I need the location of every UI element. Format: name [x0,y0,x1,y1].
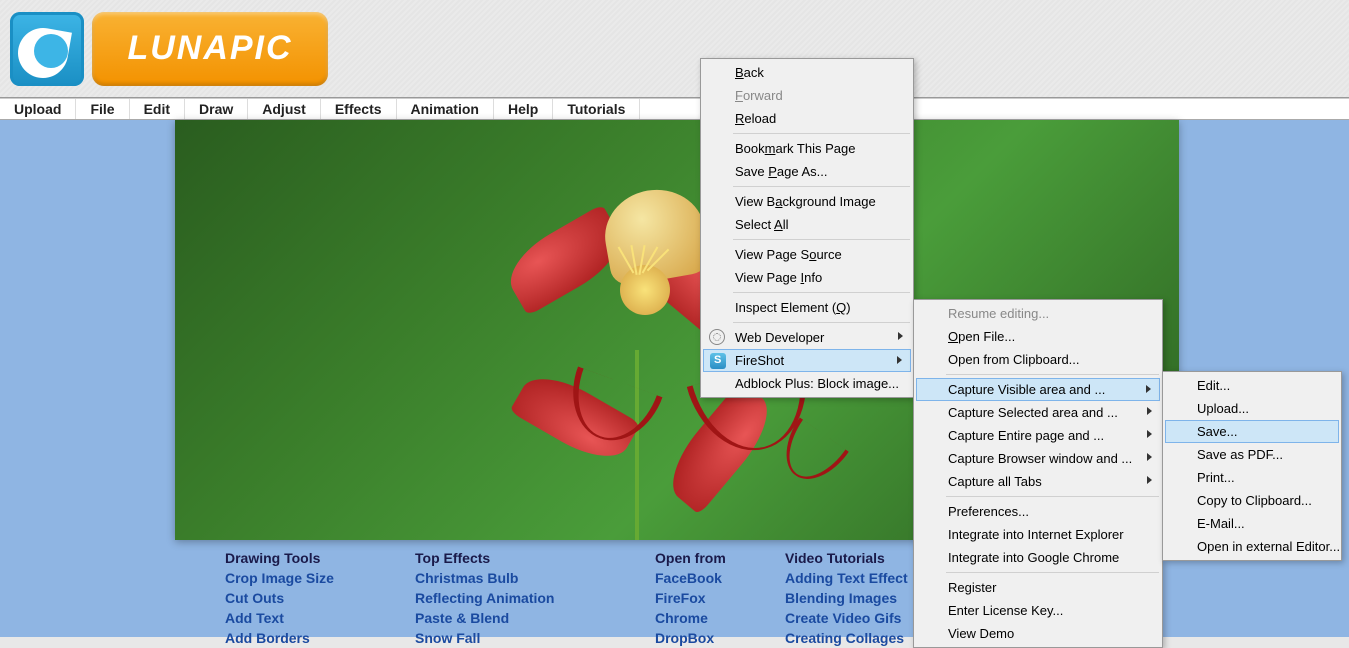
column-title: Drawing Tools [225,550,415,566]
menu-item-register[interactable]: Register [916,576,1160,599]
menu-item-select-all[interactable]: Select All [703,213,911,236]
link-paste-blend[interactable]: Paste & Blend [415,608,655,628]
link-dropbox[interactable]: DropBox [655,628,785,648]
link-add-borders[interactable]: Add Borders [225,628,415,648]
menu-item-back[interactable]: Back [703,61,911,84]
gear-icon [709,329,725,345]
link-facebook[interactable]: FaceBook [655,568,785,588]
logo[interactable]: LUNAPIC [10,12,328,86]
menu-item-open-file[interactable]: Open File... [916,325,1160,348]
menu-item-view-demo[interactable]: View Demo [916,622,1160,645]
menu-item-inspect-element-q[interactable]: Inspect Element (Q) [703,296,911,319]
menu-item-capture-all-tabs[interactable]: Capture all Tabs [916,470,1160,493]
menu-item-copy-to-clipboard[interactable]: Copy to Clipboard... [1165,489,1339,512]
link-snow-fall[interactable]: Snow Fall [415,628,655,648]
logo-icon [10,12,84,86]
link-column: Drawing ToolsCrop Image SizeCut OutsAdd … [225,550,415,648]
menu-item-adblock-plus-block-image[interactable]: Adblock Plus: Block image... [703,372,911,395]
link-column: Open from FaceBookFireFoxChromeDropBox [655,550,785,648]
chevron-right-icon [1146,385,1151,393]
menu-item-edit[interactable]: Edit... [1165,374,1339,397]
menu-item-integrate-into-google-chrome[interactable]: Integrate into Google Chrome [916,546,1160,569]
menubar: UploadFileEditDrawAdjustEffectsAnimation… [0,98,1349,120]
menu-item-resume-editing: Resume editing... [916,302,1160,325]
link-chrome[interactable]: Chrome [655,608,785,628]
menu-item-print[interactable]: Print... [1165,466,1339,489]
link-firefox[interactable]: FireFox [655,588,785,608]
column-title: Top Effects [415,550,655,566]
menu-edit[interactable]: Edit [130,99,185,119]
menu-item-save-as-pdf[interactable]: Save as PDF... [1165,443,1339,466]
menu-item-integrate-into-internet-explorer[interactable]: Integrate into Internet Explorer [916,523,1160,546]
menu-file[interactable]: File [76,99,129,119]
chevron-right-icon [1147,430,1152,438]
header: LUNAPIC [0,0,1349,98]
context-menu-browser: BackForwardReload Bookmark This PageSave … [700,58,914,398]
chevron-right-icon [897,356,902,364]
menu-animation[interactable]: Animation [397,99,494,119]
menu-draw[interactable]: Draw [185,99,248,119]
menu-adjust[interactable]: Adjust [248,99,321,119]
menu-tutorials[interactable]: Tutorials [553,99,640,119]
menu-item-view-background-image[interactable]: View Background Image [703,190,911,213]
menu-item-save[interactable]: Save... [1165,420,1339,443]
menu-item-reload[interactable]: Reload [703,107,911,130]
link-christmas-bulb[interactable]: Christmas Bulb [415,568,655,588]
menu-item-upload[interactable]: Upload... [1165,397,1339,420]
menu-help[interactable]: Help [494,99,553,119]
menu-item-capture-selected-area-and[interactable]: Capture Selected area and ... [916,401,1160,424]
menu-item-save-page-as[interactable]: Save Page As... [703,160,911,183]
menu-item-view-page-info[interactable]: View Page Info [703,266,911,289]
link-columns: Drawing ToolsCrop Image SizeCut OutsAdd … [225,550,965,648]
menu-item-capture-entire-page-and[interactable]: Capture Entire page and ... [916,424,1160,447]
menu-item-open-in-external-editor[interactable]: Open in external Editor... [1165,535,1339,558]
menu-upload[interactable]: Upload [0,99,76,119]
menu-item-view-page-source[interactable]: View Page Source [703,243,911,266]
menu-item-enter-license-key[interactable]: Enter License Key... [916,599,1160,622]
context-menu-fireshot: Resume editing...Open File...Open from C… [913,299,1163,648]
chevron-right-icon [898,332,903,340]
menu-item-forward: Forward [703,84,911,107]
menu-item-e-mail[interactable]: E-Mail... [1165,512,1339,535]
context-menu-capture: Edit...Upload...Save...Save as PDF...Pri… [1162,371,1342,561]
chevron-right-icon [1147,407,1152,415]
menu-item-web-developer[interactable]: Web Developer [703,326,911,349]
link-cut-outs[interactable]: Cut Outs [225,588,415,608]
chevron-right-icon [1147,453,1152,461]
chevron-right-icon [1147,476,1152,484]
link-crop-image-size[interactable]: Crop Image Size [225,568,415,588]
menu-item-capture-visible-area-and[interactable]: Capture Visible area and ... [916,378,1160,401]
link-reflecting-animation[interactable]: Reflecting Animation [415,588,655,608]
link-add-text[interactable]: Add Text [225,608,415,628]
column-title: Open from [655,550,785,566]
logo-text: LUNAPIC [92,12,328,86]
menu-item-fireshot[interactable]: FireShot [703,349,911,372]
menu-item-capture-browser-window-and[interactable]: Capture Browser window and ... [916,447,1160,470]
fs-icon [710,353,726,369]
menu-item-preferences[interactable]: Preferences... [916,500,1160,523]
menu-effects[interactable]: Effects [321,99,397,119]
menu-item-open-from-clipboard[interactable]: Open from Clipboard... [916,348,1160,371]
link-column: Top Effects Christmas BulbReflecting Anim… [415,550,655,648]
menu-item-bookmark-this-page[interactable]: Bookmark This Page [703,137,911,160]
